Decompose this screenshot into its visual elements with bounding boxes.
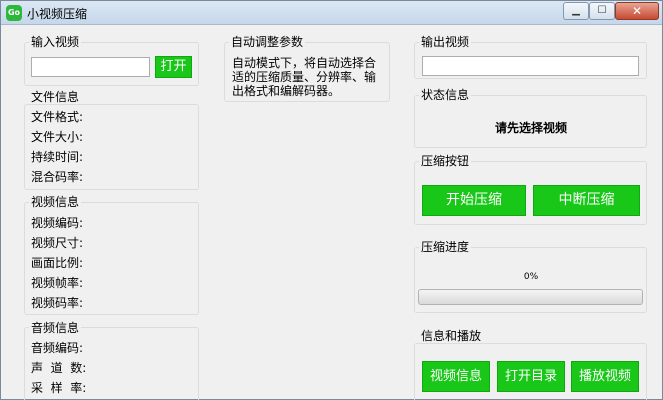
auto-params-title: 自动调整参数: [229, 35, 306, 49]
window-title: 小视频压缩: [27, 7, 88, 21]
open-file-button[interactable]: 打开: [155, 56, 192, 78]
file-format-label: 文件格式:: [31, 110, 84, 124]
output-path-field[interactable]: [422, 56, 639, 76]
file-info-title: 文件信息: [29, 90, 82, 104]
status-text: 请先选择视频: [494, 121, 567, 135]
progress-bar: [418, 289, 643, 305]
open-directory-button[interactable]: 打开目录: [497, 361, 565, 392]
audio-info-title: 音频信息: [29, 321, 82, 335]
app-window: Go 小视频压缩 ▁ ☐ ✕ 输入视频 打开 文件信息 文件格式: 文件大小: …: [0, 0, 663, 400]
duration-label: 持续时间:: [31, 150, 84, 164]
input-path-field[interactable]: [31, 57, 150, 77]
audio-codec-label: 音频编码:: [31, 341, 84, 355]
minimize-button[interactable]: ▁: [563, 2, 589, 20]
input-video-title: 输入视频: [29, 35, 82, 49]
video-info-title: 视频信息: [29, 195, 82, 209]
video-codec-label: 视频编码:: [31, 216, 84, 230]
output-video-title: 输出视频: [419, 35, 472, 49]
compress-buttons-title: 压缩按钮: [419, 154, 472, 168]
title-bar[interactable]: Go 小视频压缩 ▁ ☐ ✕: [1, 1, 662, 25]
start-compress-button[interactable]: 开始压缩: [422, 185, 526, 216]
frame-rate-label: 视频帧率:: [31, 276, 84, 290]
sample-rate-label: 采 样 率:: [31, 381, 87, 395]
close-button[interactable]: ✕: [615, 2, 659, 20]
aspect-ratio-label: 画面比例:: [31, 256, 84, 270]
video-size-label: 视频尺寸:: [31, 236, 84, 250]
progress-percent: 0%: [523, 272, 539, 282]
channels-label: 声 道 数:: [31, 361, 87, 375]
auto-params-description: 自动模式下，将自动选择合适的压缩质量、分辨率、输出格式和编解码器。: [232, 56, 377, 98]
progress-title: 压缩进度: [419, 240, 472, 254]
status-info-title: 状态信息: [419, 88, 472, 102]
maximize-button[interactable]: ☐: [589, 2, 615, 20]
stop-compress-button[interactable]: 中断压缩: [533, 185, 640, 216]
video-info-button[interactable]: 视频信息: [422, 361, 490, 392]
info-play-title: 信息和播放: [419, 329, 484, 343]
file-size-label: 文件大小:: [31, 130, 84, 144]
mixed-bitrate-label: 混合码率:: [31, 170, 84, 184]
video-bitrate-label: 视频码率:: [31, 296, 84, 310]
play-video-button[interactable]: 播放视频: [571, 361, 639, 392]
app-logo-icon: Go: [6, 5, 22, 21]
